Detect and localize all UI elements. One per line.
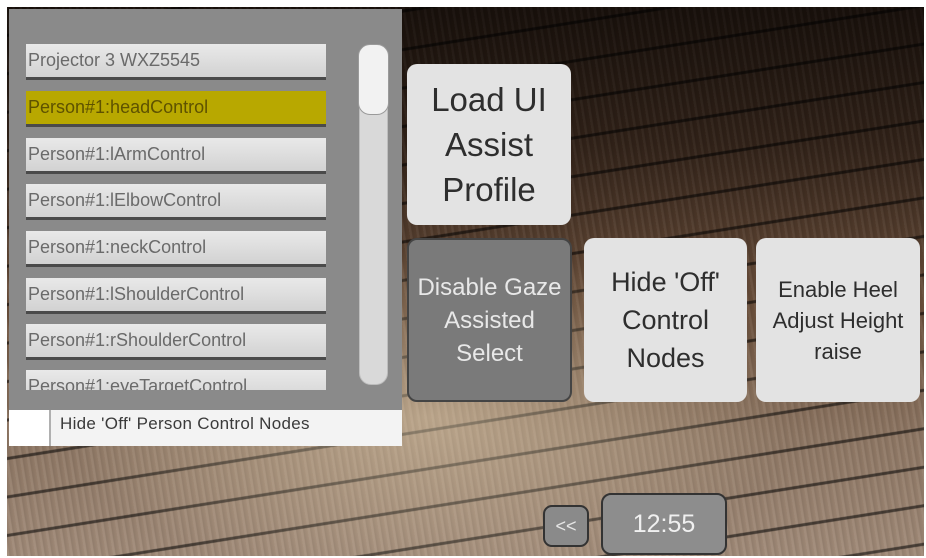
list-item[interactable]: Person#1:rShoulderControl	[26, 324, 326, 360]
toggle-checkbox[interactable]	[9, 410, 51, 446]
list-item[interactable]: Person#1:neckControl	[26, 231, 326, 267]
scrollbar-thumb[interactable]	[358, 44, 389, 115]
clock-display: 12:55	[601, 493, 727, 555]
toggle-label: Hide 'Off' Person Control Nodes	[60, 414, 310, 433]
disable-gaze-assisted-select-button[interactable]: Disable Gaze Assisted Select	[407, 238, 572, 402]
load-ui-assist-profile-button[interactable]: Load UI Assist Profile	[407, 64, 571, 225]
list-item[interactable]: Person#1:lShoulderControl	[26, 278, 326, 314]
list-item[interactable]: Projector 3 WXZ5545	[26, 44, 326, 80]
control-node-list[interactable]: Projector 3 WXZ5545 Person#1:headControl…	[14, 26, 326, 390]
enable-heel-adjust-button[interactable]: Enable Heel Adjust Height raise	[756, 238, 920, 402]
list-item[interactable]: Person#1:lElbowControl	[26, 184, 326, 220]
list-item-selected[interactable]: Person#1:headControl	[26, 91, 326, 127]
list-item[interactable]: Person#1:lArmControl	[26, 138, 326, 174]
list-item[interactable]: Person#1:eyeTargetControl	[26, 370, 326, 390]
hide-off-control-nodes-button[interactable]: Hide 'Off' Control Nodes	[584, 238, 747, 402]
back-button[interactable]: <<	[543, 505, 589, 547]
